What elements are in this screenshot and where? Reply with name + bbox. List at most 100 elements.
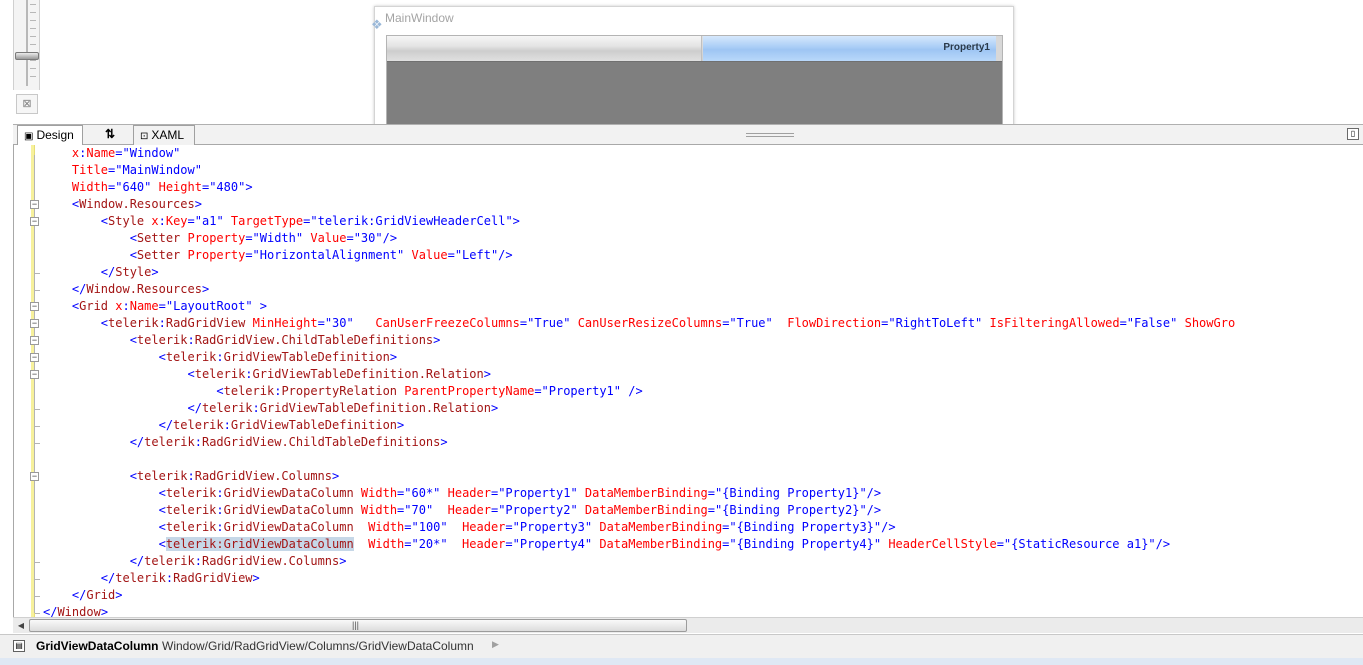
collapse-region-icon[interactable]: − bbox=[30, 302, 39, 311]
code-line[interactable]: <telerik:GridViewDataColumn Width="100" … bbox=[43, 519, 1235, 536]
code-token: IsFilteringAllowed bbox=[989, 316, 1120, 330]
code-token: Width bbox=[71, 180, 109, 194]
code-token: > bbox=[201, 282, 210, 296]
code-line[interactable] bbox=[43, 451, 1235, 468]
code-token: ="Width" bbox=[245, 231, 311, 245]
code-token: </ bbox=[43, 435, 145, 449]
fit-to-screen-button[interactable]: ⊠ bbox=[16, 94, 38, 114]
collapse-region-icon[interactable]: − bbox=[30, 217, 39, 226]
xaml-code-editor[interactable]: − − − − − − − − x:Name="Window" Title="MainWind… bbox=[13, 145, 1363, 617]
grid-header-cell-empty[interactable] bbox=[387, 36, 702, 61]
code-token: GridViewTableDefinition.Relation bbox=[252, 367, 484, 381]
code-token: RadGridView bbox=[173, 571, 253, 585]
code-token: ="70" bbox=[397, 503, 448, 517]
code-line[interactable]: <telerik:GridViewTableDefinition> bbox=[43, 349, 1235, 366]
collapse-region-icon[interactable]: − bbox=[30, 472, 39, 481]
code-line[interactable]: <Setter Property="HorizontalAlignment" V… bbox=[43, 247, 1235, 264]
element-path-breadcrumb[interactable]: Window/Grid/RadGridView/Columns/GridView… bbox=[162, 639, 474, 653]
code-line[interactable]: </telerik:RadGridView> bbox=[43, 570, 1235, 587]
code-line[interactable]: <telerik:RadGridView MinHeight="30" CanU… bbox=[43, 315, 1235, 332]
code-token: HeaderCellStyle bbox=[888, 537, 997, 551]
code-line[interactable]: <telerik:GridViewDataColumn Width="20*" … bbox=[43, 536, 1235, 553]
selected-element-name[interactable]: GridViewDataColumn bbox=[36, 639, 158, 653]
pane-splitter-grip[interactable] bbox=[746, 133, 794, 137]
code-line[interactable]: Width="640" Height="480"> bbox=[43, 179, 1235, 196]
code-token: Header bbox=[462, 520, 506, 534]
code-token: < bbox=[43, 197, 80, 211]
collapse-region-icon[interactable]: − bbox=[30, 353, 39, 362]
code-token: CanUserFreezeColumns bbox=[375, 316, 520, 330]
code-token: Key bbox=[165, 214, 188, 228]
code-token: </ bbox=[43, 588, 87, 602]
code-token: telerik bbox=[136, 333, 188, 347]
swap-panes-button[interactable]: ⇅ bbox=[89, 125, 131, 145]
code-token: ="30"/> bbox=[346, 231, 398, 245]
collapse-region-icon[interactable]: − bbox=[30, 200, 39, 209]
code-token: </ bbox=[43, 265, 116, 279]
tab-design[interactable]: ▣ Design bbox=[17, 125, 83, 145]
code-line[interactable]: <Grid x:Name="LayoutRoot" > bbox=[43, 298, 1235, 315]
code-token: </ bbox=[43, 282, 87, 296]
code-line[interactable]: <telerik:GridViewDataColumn Width="60*" … bbox=[43, 485, 1235, 502]
code-token: ="True" bbox=[722, 316, 788, 330]
code-token: Setter bbox=[136, 231, 181, 245]
region-end-marker bbox=[35, 290, 40, 291]
code-text[interactable]: x:Name="Window" Title="MainWindow" Width… bbox=[43, 145, 1235, 617]
code-token: DataMemberBinding bbox=[584, 503, 708, 517]
code-line[interactable]: Title="MainWindow" bbox=[43, 162, 1235, 179]
breadcrumb-arrow-icon[interactable]: ▶ bbox=[492, 639, 499, 650]
code-line[interactable]: <telerik:GridViewDataColumn Width="70" H… bbox=[43, 502, 1235, 519]
code-line[interactable]: <telerik:GridViewTableDefinition.Relatio… bbox=[43, 366, 1235, 383]
horizontal-scrollbar[interactable]: ◀ ||| bbox=[13, 617, 1363, 633]
code-line[interactable]: <Setter Property="Width" Value="30"/> bbox=[43, 230, 1235, 247]
code-token: ="{StaticResource a1}"/> bbox=[996, 537, 1171, 551]
code-line[interactable]: <Window.Resources> bbox=[43, 196, 1235, 213]
collapse-region-icon[interactable]: − bbox=[30, 370, 39, 379]
code-line[interactable]: </telerik:RadGridView.ChildTableDefiniti… bbox=[43, 434, 1235, 451]
code-token: GridViewTableDefinition bbox=[223, 350, 390, 364]
tab-xaml[interactable]: ⊡ XAML bbox=[133, 125, 195, 145]
horizontal-scrollbar-thumb[interactable]: ||| bbox=[29, 619, 687, 632]
xaml-view-icon: ⊡ bbox=[140, 131, 149, 142]
code-token: DataMemberBinding bbox=[599, 520, 723, 534]
code-token: </ bbox=[43, 605, 58, 617]
code-line[interactable]: </Style> bbox=[43, 264, 1235, 281]
collapse-region-icon[interactable]: − bbox=[30, 319, 39, 328]
code-token: : bbox=[122, 299, 130, 313]
collapse-region-icon[interactable]: − bbox=[30, 336, 39, 345]
code-line[interactable]: </telerik:GridViewTableDefinition> bbox=[43, 417, 1235, 434]
grid-header-cell-property1[interactable]: Property1 bbox=[703, 36, 996, 61]
window-bottom-edge bbox=[0, 658, 1363, 665]
swap-panes-icon: ⇅ bbox=[104, 127, 116, 141]
code-token: > bbox=[339, 554, 347, 568]
main-window-preview[interactable]: ❖ MainWindow Property1 bbox=[371, 6, 1014, 124]
code-token: telerik bbox=[194, 367, 246, 381]
code-token: < bbox=[43, 248, 137, 262]
code-token: ParentPropertyName bbox=[404, 384, 535, 398]
design-surface[interactable]: ⊠ ❖ MainWindow Property1 bbox=[0, 0, 1363, 124]
code-line[interactable]: </telerik:GridViewTableDefinition.Relati… bbox=[43, 400, 1235, 417]
code-token: < bbox=[43, 367, 195, 381]
code-token: Property bbox=[187, 231, 246, 245]
zoom-slider-thumb[interactable] bbox=[15, 52, 39, 60]
code-line[interactable]: </Window> bbox=[43, 604, 1235, 617]
code-line[interactable]: <telerik:RadGridView.ChildTableDefinitio… bbox=[43, 332, 1235, 349]
code-line[interactable]: <telerik:RadGridView.Columns> bbox=[43, 468, 1235, 485]
rad-grid-view-preview[interactable]: Property1 bbox=[386, 35, 1003, 124]
tab-xaml-label: XAML bbox=[151, 128, 185, 142]
code-line[interactable]: </telerik:RadGridView.Columns> bbox=[43, 553, 1235, 570]
scroll-left-button[interactable]: ◀ bbox=[15, 620, 27, 631]
element-selector-icon[interactable]: ▤ bbox=[13, 640, 25, 652]
collapse-pane-button[interactable]: ▯ bbox=[1347, 128, 1359, 140]
code-line[interactable]: <telerik:PropertyRelation ParentProperty… bbox=[43, 383, 1235, 400]
code-line[interactable]: x:Name="Window" bbox=[43, 145, 1235, 162]
code-line[interactable]: <Style x:Key="a1" TargetType="telerik:Gr… bbox=[43, 213, 1235, 230]
code-token: < bbox=[43, 486, 166, 500]
zoom-slider[interactable] bbox=[13, 0, 40, 90]
code-token: FlowDirection bbox=[787, 316, 882, 330]
code-line[interactable]: </Grid> bbox=[43, 587, 1235, 604]
code-token: ="False" bbox=[1119, 316, 1185, 330]
code-line[interactable]: </Window.Resources> bbox=[43, 281, 1235, 298]
code-token: : bbox=[216, 486, 224, 500]
